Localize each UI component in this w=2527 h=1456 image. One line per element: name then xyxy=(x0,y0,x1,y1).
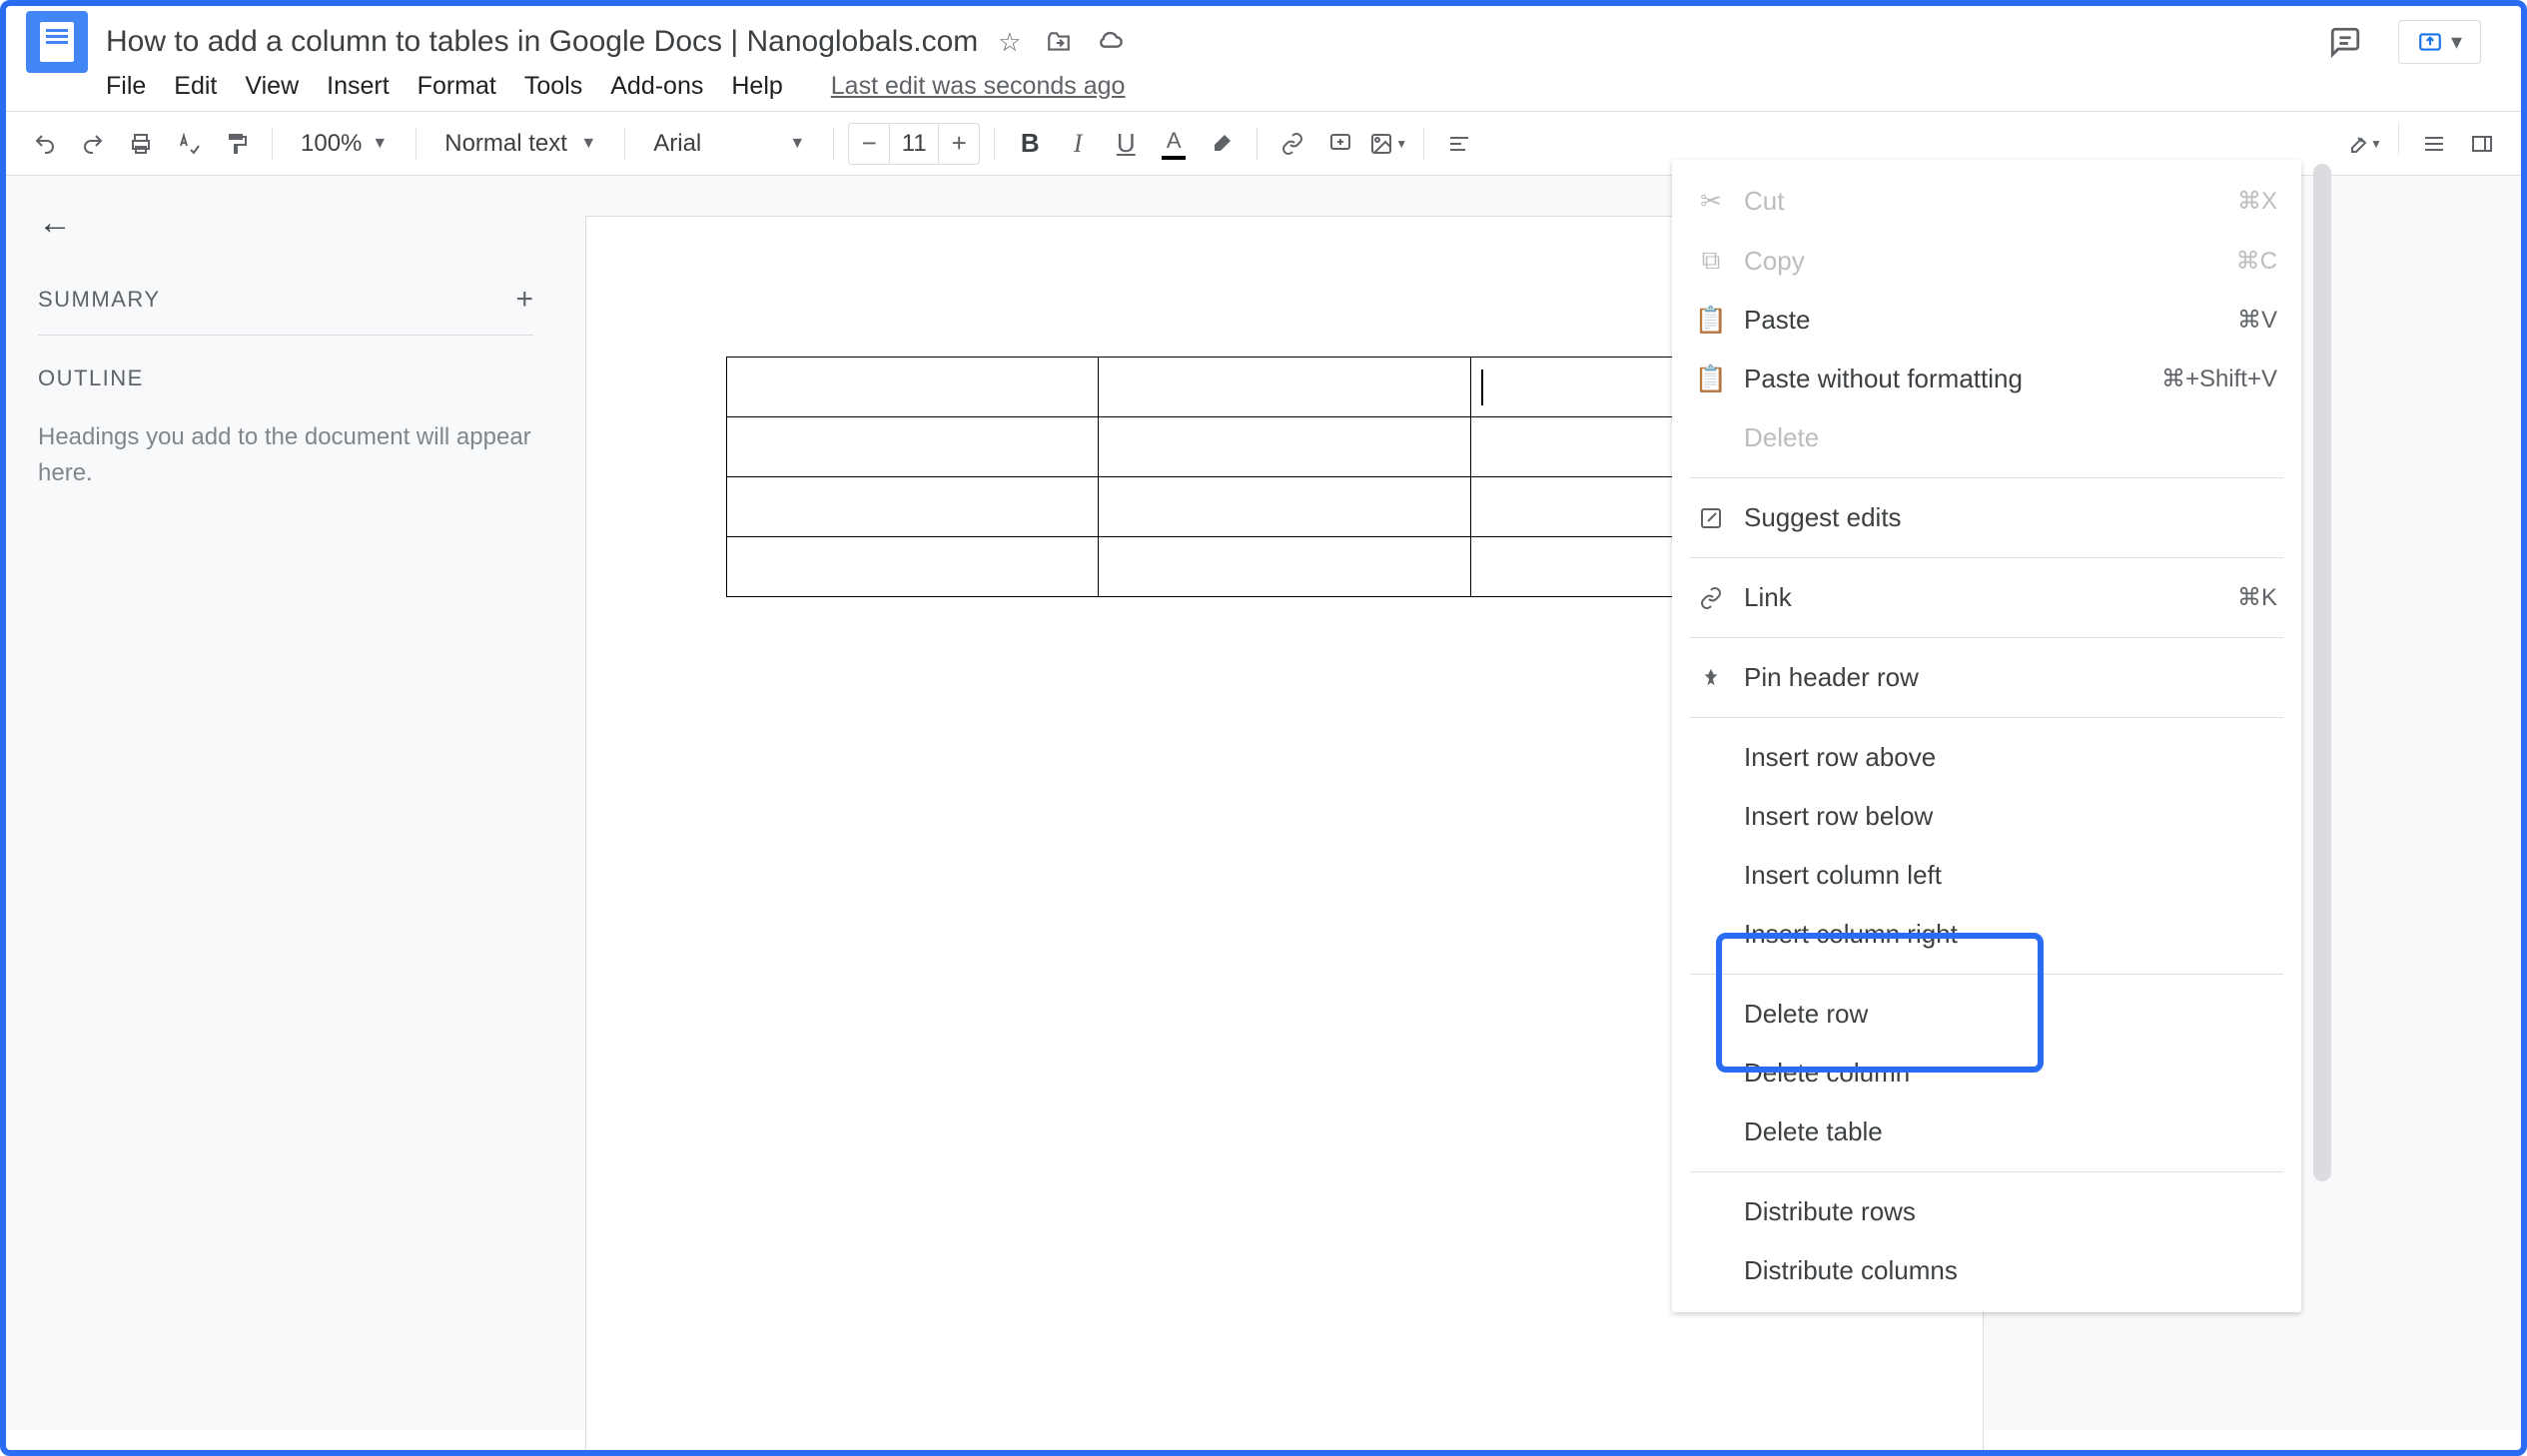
highlight-color-button[interactable] xyxy=(1201,123,1243,165)
context-insert-col-left[interactable]: Insert column left xyxy=(1672,846,2301,905)
menu-help[interactable]: Help xyxy=(731,72,782,101)
side-panel-button[interactable] xyxy=(2461,123,2503,165)
font-size-decrease[interactable]: − xyxy=(849,124,889,164)
add-summary-button[interactable]: + xyxy=(515,283,533,317)
context-insert-col-right[interactable]: Insert column right xyxy=(1672,905,2301,964)
insert-link-button[interactable] xyxy=(1271,123,1313,165)
context-delete-table[interactable]: Delete table xyxy=(1672,1102,2301,1161)
context-paste-no-format[interactable]: 📋 Paste without formatting ⌘+Shift+V xyxy=(1672,350,2301,408)
context-paste[interactable]: 📋 Paste ⌘V xyxy=(1672,291,2301,350)
context-delete-column[interactable]: Delete column xyxy=(1672,1044,2301,1102)
pin-icon xyxy=(1696,667,1726,689)
menu-tools[interactable]: Tools xyxy=(524,72,582,101)
redo-button[interactable] xyxy=(72,123,114,165)
font-size-control[interactable]: − 11 + xyxy=(848,123,980,165)
paste-plain-icon: 📋 xyxy=(1696,364,1726,394)
font-size-value[interactable]: 11 xyxy=(889,124,939,164)
font-select[interactable]: Arial▼ xyxy=(639,130,819,158)
document-title[interactable]: How to add a column to tables in Google … xyxy=(106,25,978,59)
menu-addons[interactable]: Add-ons xyxy=(610,72,703,101)
share-button[interactable]: ▾ xyxy=(2398,20,2481,64)
context-link[interactable]: Link ⌘K xyxy=(1672,568,2301,627)
context-delete-row[interactable]: Delete row xyxy=(1672,985,2301,1044)
context-distribute-rows[interactable]: Distribute rows xyxy=(1672,1182,2301,1241)
context-cut[interactable]: ✂ Cut ⌘X xyxy=(1672,172,2301,231)
cloud-status-icon[interactable] xyxy=(1096,28,1124,56)
add-comment-button[interactable] xyxy=(1319,123,1361,165)
print-button[interactable] xyxy=(120,123,162,165)
docs-logo-icon[interactable] xyxy=(26,11,88,73)
bold-button[interactable]: B xyxy=(1009,123,1051,165)
text-color-button[interactable]: A xyxy=(1153,123,1195,165)
font-size-increase[interactable]: + xyxy=(939,124,979,164)
menu-file[interactable]: File xyxy=(106,72,146,101)
suggest-icon xyxy=(1696,506,1726,530)
comment-history-icon[interactable] xyxy=(2328,25,2362,59)
link-icon xyxy=(1696,586,1726,610)
paragraph-style-select[interactable]: Normal text▼ xyxy=(430,130,610,158)
star-icon[interactable]: ☆ xyxy=(998,27,1021,58)
italic-button[interactable]: I xyxy=(1057,123,1099,165)
scrollbar[interactable] xyxy=(2313,164,2331,1202)
editing-mode-button[interactable]: ▼ xyxy=(2342,123,2384,165)
hide-menus-button[interactable] xyxy=(2413,123,2455,165)
outline-sidebar: ← SUMMARY + OUTLINE Headings you add to … xyxy=(6,176,565,1430)
menu-edit[interactable]: Edit xyxy=(174,72,217,101)
insert-image-button[interactable]: ▼ xyxy=(1367,123,1409,165)
copy-icon: ⧉ xyxy=(1696,245,1726,277)
context-pin-header[interactable]: Pin header row xyxy=(1672,648,2301,707)
paint-format-button[interactable] xyxy=(216,123,258,165)
outline-heading: OUTLINE xyxy=(38,365,533,391)
undo-button[interactable] xyxy=(24,123,66,165)
align-button[interactable] xyxy=(1438,123,1480,165)
summary-heading: SUMMARY xyxy=(38,287,161,313)
context-menu: ✂ Cut ⌘X ⧉ Copy ⌘C 📋 Paste ⌘V 📋 Paste wi… xyxy=(1672,160,2301,1312)
outline-empty-hint: Headings you add to the document will ap… xyxy=(38,419,533,491)
collapse-outline-icon[interactable]: ← xyxy=(38,204,533,243)
context-delete[interactable]: Delete xyxy=(1672,408,2301,467)
menu-format[interactable]: Format xyxy=(418,72,496,101)
move-icon[interactable] xyxy=(1046,29,1072,55)
cut-icon: ✂ xyxy=(1696,186,1726,217)
underline-button[interactable]: U xyxy=(1105,123,1147,165)
context-suggest-edits[interactable]: Suggest edits xyxy=(1672,488,2301,547)
zoom-select[interactable]: 100%▼ xyxy=(287,130,402,158)
spellcheck-button[interactable] xyxy=(168,123,210,165)
menu-view[interactable]: View xyxy=(245,72,299,101)
context-insert-row-below[interactable]: Insert row below xyxy=(1672,787,2301,846)
menu-insert[interactable]: Insert xyxy=(327,72,390,101)
paste-icon: 📋 xyxy=(1696,305,1726,336)
context-insert-row-above[interactable]: Insert row above xyxy=(1672,728,2301,787)
last-edit-link[interactable]: Last edit was seconds ago xyxy=(831,72,1126,101)
context-copy[interactable]: ⧉ Copy ⌘C xyxy=(1672,231,2301,291)
context-distribute-columns[interactable]: Distribute columns xyxy=(1672,1241,2301,1300)
